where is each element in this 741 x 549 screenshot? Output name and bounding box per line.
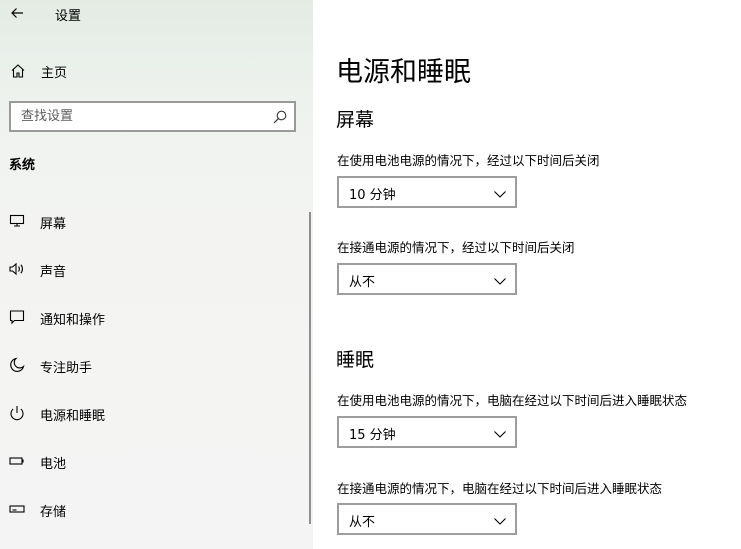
sleep-battery-timeout-dropdown[interactable]: 15 分钟 <box>337 416 517 448</box>
main-content: 电源和睡眠 屏幕 在使用电池电源的情况下，经过以下时间后关闭 10 分钟 在接通… <box>313 0 741 549</box>
sidebar-scrollbar[interactable] <box>309 212 311 524</box>
search-icon[interactable] <box>272 109 288 125</box>
chevron-down-icon <box>493 186 507 200</box>
sidebar-item-home[interactable]: 主页 <box>0 56 313 86</box>
home-icon <box>9 62 27 80</box>
sidebar-item-label: 声音 <box>40 265 67 280</box>
battery-icon <box>8 452 26 470</box>
page-title: 电源和睡眠 <box>336 57 471 88</box>
chevron-down-icon <box>493 426 507 440</box>
sidebar-item-sound[interactable]: 声音 <box>0 249 305 289</box>
sidebar-item-label: 电池 <box>40 457 67 472</box>
dropdown-value: 10 分钟 <box>349 188 396 203</box>
notification-icon <box>8 308 26 326</box>
screen-plugged-timeout-dropdown[interactable]: 从不 <box>337 263 517 295</box>
dropdown-value: 15 分钟 <box>349 428 396 443</box>
search-input[interactable] <box>11 103 261 130</box>
section-label: 系统 <box>9 158 36 173</box>
chevron-down-icon <box>493 273 507 287</box>
search-box[interactable] <box>9 101 296 132</box>
dropdown-value: 从不 <box>349 515 376 530</box>
moon-icon <box>8 356 26 374</box>
sidebar-item-display[interactable]: 屏幕 <box>0 201 305 241</box>
sleep-section-heading: 睡眠 <box>336 349 375 371</box>
speaker-icon <box>8 260 26 278</box>
monitor-icon <box>8 212 26 230</box>
dropdown-value: 从不 <box>349 275 376 290</box>
sleep-battery-description: 在使用电池电源的情况下，电脑在经过以下时间后进入睡眠状态 <box>337 393 688 408</box>
screen-plugged-description: 在接通电源的情况下，经过以下时间后关闭 <box>337 240 575 255</box>
app-title: 设置 <box>55 9 82 24</box>
sidebar-item-battery[interactable]: 电池 <box>0 441 305 481</box>
sidebar-item-power-sleep[interactable]: 电源和睡眠 <box>0 393 305 433</box>
sidebar-item-label: 屏幕 <box>40 217 67 232</box>
sidebar-item-focus-assist[interactable]: 专注助手 <box>0 345 305 385</box>
screen-battery-description: 在使用电池电源的情况下，经过以下时间后关闭 <box>337 153 600 168</box>
power-icon <box>8 404 26 422</box>
screen-section-heading: 屏幕 <box>336 109 375 131</box>
chevron-down-icon <box>493 513 507 527</box>
sleep-plugged-timeout-dropdown[interactable]: 从不 <box>337 503 517 535</box>
storage-icon <box>8 500 26 518</box>
sidebar: 设置 主页 系统 屏幕 声音 通知和操作 专注助手 <box>0 0 313 549</box>
sidebar-item-label: 存储 <box>40 505 67 520</box>
screen-battery-timeout-dropdown[interactable]: 10 分钟 <box>337 176 517 208</box>
sidebar-item-label: 电源和睡眠 <box>40 409 106 424</box>
sleep-plugged-description: 在接通电源的情况下，电脑在经过以下时间后进入睡眠状态 <box>337 481 663 496</box>
sidebar-item-notifications[interactable]: 通知和操作 <box>0 297 305 337</box>
sidebar-item-label: 通知和操作 <box>40 313 106 328</box>
sidebar-item-storage[interactable]: 存储 <box>0 489 305 529</box>
back-arrow-icon[interactable] <box>6 2 28 24</box>
sidebar-item-label: 专注助手 <box>40 361 93 376</box>
sidebar-item-label: 主页 <box>41 66 68 81</box>
